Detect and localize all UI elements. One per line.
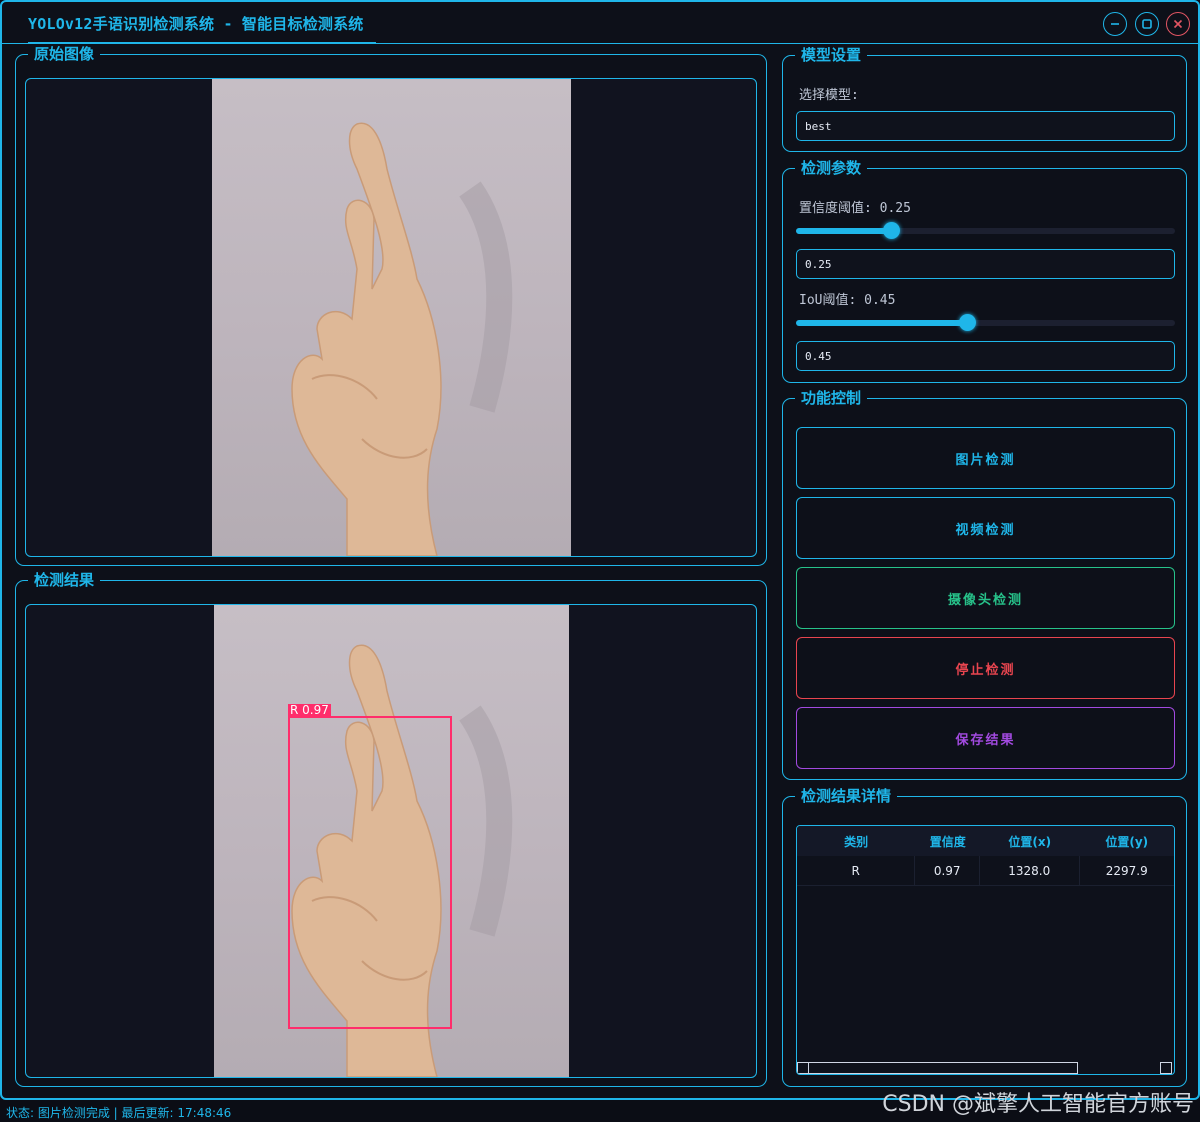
cell-confidence: 0.97 [915, 856, 981, 885]
scroll-left-arrow[interactable] [798, 1063, 809, 1073]
controls-panel: 功能控制 图片检测 视频检测 摄像头检测 停止检测 保存结果 [782, 389, 1187, 780]
minimize-button[interactable] [1103, 12, 1127, 36]
results-detail-panel: 检测结果详情 类别 置信度 位置(x) 位置(y) R 0.97 1328.0 … [782, 787, 1187, 1087]
cell-class: R [797, 856, 916, 885]
results-table: 类别 置信度 位置(x) 位置(y) R 0.97 1328.0 2297.9 [796, 825, 1175, 1075]
watermark: CSDN @斌擎人工智能官方账号 [882, 1092, 1194, 1117]
camera-detect-button[interactable]: 摄像头检测 [796, 567, 1175, 629]
maximize-icon [1142, 19, 1152, 29]
column-header-class[interactable]: 类别 [797, 826, 915, 856]
original-image-panel: 原始图像 [15, 45, 767, 566]
title-underline [28, 42, 376, 43]
image-detect-button[interactable]: 图片检测 [796, 427, 1175, 489]
iou-threshold-input[interactable]: 0.45 [796, 341, 1175, 371]
conf-slider-fill [796, 228, 891, 234]
detection-result-panel: 检测结果 R 0.97 [15, 571, 767, 1087]
iou-slider-fill [796, 320, 967, 326]
table-header: 类别 置信度 位置(x) 位置(y) [797, 826, 1174, 856]
cell-y: 2297.9 [1105, 863, 1148, 878]
close-button[interactable] [1166, 12, 1190, 36]
minimize-icon [1111, 23, 1119, 25]
iou-slider-thumb[interactable] [959, 314, 976, 331]
hand-image [291, 122, 513, 556]
detection-box [288, 716, 452, 1029]
column-header-confidence[interactable]: 置信度 [915, 826, 980, 856]
iou-threshold-label: IoU阈值: 0.45 [799, 293, 896, 308]
detection-params-panel: 检测参数 置信度阈值: 0.25 0.25 IoU阈值: 0.45 0.45 [782, 159, 1187, 383]
iou-slider[interactable] [796, 314, 1175, 331]
table-row[interactable]: R 0.97 1328.0 2297.9 [797, 856, 1174, 886]
result-image-view: R 0.97 [25, 604, 757, 1078]
status-bar: 状态: 图片检测完成 | 最后更新: 17:48:46 CSDN @斌擎人工智能… [0, 1092, 1200, 1122]
result-photo: R 0.97 [214, 605, 569, 1077]
title-bar: YOLOv12手语识别检测系统 - 智能目标检测系统 [2, 2, 1198, 44]
save-result-button[interactable]: 保存结果 [796, 707, 1175, 769]
model-settings-title: 模型设置 [795, 46, 868, 64]
video-detect-button[interactable]: 视频检测 [796, 497, 1175, 559]
original-photo [212, 79, 571, 556]
stop-detect-button[interactable]: 停止检测 [796, 637, 1175, 699]
status-text: 状态: 图片检测完成 | 最后更新: 17:48:46 [6, 1106, 232, 1120]
results-detail-title: 检测结果详情 [795, 787, 898, 805]
detection-params-title: 检测参数 [795, 159, 868, 177]
column-header-x[interactable]: 位置(x) [980, 826, 1079, 856]
model-settings-panel: 模型设置 选择模型: best [782, 46, 1187, 152]
model-select-label: 选择模型: [799, 88, 859, 103]
window-title: YOLOv12手语识别检测系统 - 智能目标检测系统 [28, 15, 364, 33]
model-select[interactable]: best [796, 111, 1175, 141]
conf-slider[interactable] [796, 222, 1175, 239]
horizontal-scrollbar[interactable] [797, 1062, 1078, 1074]
app-window: YOLOv12手语识别检测系统 - 智能目标检测系统 原始图像 检测结果 R 0… [0, 0, 1200, 1100]
original-image-view [25, 78, 757, 557]
detection-label: R 0.97 [288, 703, 331, 717]
detection-result-title: 检测结果 [28, 571, 101, 589]
cell-x: 1328.0 [980, 856, 1080, 885]
close-icon [1173, 19, 1183, 29]
maximize-button[interactable] [1135, 12, 1159, 36]
conf-threshold-label: 置信度阈值: 0.25 [799, 201, 911, 216]
controls-title: 功能控制 [795, 389, 868, 407]
conf-slider-thumb[interactable] [883, 222, 900, 239]
column-header-y[interactable]: 位置(y) [1080, 826, 1175, 856]
original-image-title: 原始图像 [28, 45, 101, 63]
scroll-right-arrow[interactable] [1160, 1062, 1172, 1074]
conf-threshold-input[interactable]: 0.25 [796, 249, 1175, 279]
